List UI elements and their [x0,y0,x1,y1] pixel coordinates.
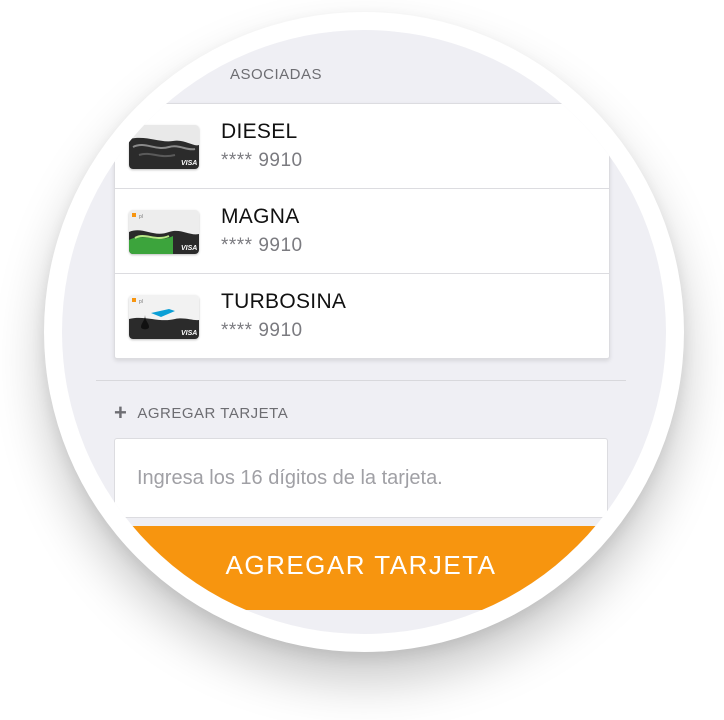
svg-text:pl: pl [139,299,143,305]
add-card-button[interactable]: AGREGAR TARJETA [96,526,626,610]
card-name: MAGNA [221,205,300,228]
app-screen: ASOCIADAS VISA DIESEL **** 9910 pl VISA … [62,30,666,634]
add-card-header-label: AGREGAR TARJETA [137,404,289,422]
card-number: **** 9910 [221,320,303,341]
associated-cards-list: VISA DIESEL **** 9910 pl VISA MAGNA ****… [114,103,610,359]
magnifier-lens: ASOCIADAS VISA DIESEL **** 9910 pl VISA … [62,30,666,634]
card-number-input[interactable] [114,438,608,518]
turbosina-card-image: pl VISA [129,295,199,339]
magna-card-image: pl VISA [129,210,199,254]
card-row-diesel[interactable]: VISA DIESEL **** 9910 [115,104,609,188]
plus-icon: + [114,400,128,425]
card-row-magna[interactable]: pl VISA MAGNA **** 9910 [115,188,609,273]
screenshot-stage: ASOCIADAS VISA DIESEL **** 9910 pl VISA … [0,0,724,720]
card-row-turbosina[interactable]: pl VISA TURBOSINA **** 9910 [115,273,609,358]
add-card-header: + AGREGAR TARJETA [114,402,288,424]
svg-text:VISA: VISA [181,330,197,337]
svg-text:VISA: VISA [181,160,197,167]
svg-text:VISA: VISA [181,245,197,252]
card-name: DIESEL [221,120,298,143]
associated-cards-header: ASOCIADAS [230,66,323,83]
card-name: TURBOSINA [221,290,347,313]
svg-text:pl: pl [139,214,143,220]
card-number: **** 9910 [221,150,303,171]
card-number: **** 9910 [221,235,303,256]
section-divider [96,380,626,381]
diesel-card-image: VISA [129,125,199,169]
